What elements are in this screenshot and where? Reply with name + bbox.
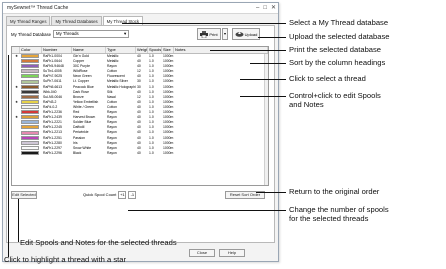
- callout-line-ctrl-click: [240, 96, 286, 97]
- print-button[interactable]: Print: [197, 28, 221, 40]
- callout-line-sort: [250, 63, 286, 64]
- annotation-print: Print the selected database: [289, 45, 382, 54]
- database-select[interactable]: My Threads ▼: [53, 30, 130, 38]
- quick-spool-count: Quick Spool Count +1 -1: [83, 191, 137, 199]
- chevron-down-icon: ▼: [123, 31, 128, 36]
- database-label: My Thread Database: [11, 31, 52, 37]
- edit-selected-button[interactable]: Edit Selected: [11, 191, 37, 199]
- color-swatch: [21, 89, 39, 94]
- type-cell: Rayon: [107, 150, 117, 155]
- annotation-select-db: Select a My Thread database: [289, 18, 389, 27]
- spool-minus-button[interactable]: -1: [128, 191, 137, 199]
- database-select-value: My Threads: [56, 31, 79, 36]
- thread-table: Color Number Name Type Weight Spools Siz…: [11, 46, 269, 186]
- minimize-icon[interactable]: –: [256, 3, 259, 14]
- color-swatch: [21, 140, 39, 145]
- upload-label: Upload: [244, 31, 258, 37]
- color-swatch: [21, 145, 39, 150]
- column-header-star[interactable]: [12, 47, 20, 53]
- help-button[interactable]: Help: [219, 249, 245, 257]
- database-row: My Thread Database My Threads ▼: [11, 30, 130, 38]
- window-titlebar: mySewnet™ Thread Cache – □ ✕: [3, 3, 278, 14]
- color-swatch: [21, 54, 39, 59]
- color-swatch: [21, 110, 39, 115]
- annotation-edit-selected: Edit Spools and Notes for the selected t…: [20, 238, 177, 247]
- color-swatch: [21, 79, 39, 84]
- column-header-size[interactable]: Size: [162, 47, 174, 53]
- quick-spool-label: Quick Spool Count: [83, 192, 117, 197]
- bottom-controls: Edit Selected Quick Spool Count +1 -1 Re…: [11, 191, 269, 201]
- color-swatch: [21, 84, 39, 89]
- color-swatch: [21, 125, 39, 130]
- thread-cache-window: mySewnet™ Thread Cache – □ ✕ My Thread R…: [2, 2, 279, 262]
- color-swatch: [21, 59, 39, 64]
- color-swatch: [21, 99, 39, 104]
- color-cell: [20, 150, 42, 156]
- annotation-ctrl-click-2: and Notes: [289, 100, 324, 109]
- annotation-ctrl-click: Control+click to edit Spools: [289, 91, 381, 100]
- callout-line-select-thread: [240, 79, 286, 80]
- maximize-icon[interactable]: □: [263, 3, 267, 14]
- column-header-name[interactable]: Name: [72, 47, 106, 53]
- callout-line-edit-selected: [18, 199, 19, 242]
- column-header-color[interactable]: Color: [20, 47, 42, 53]
- table-body: ★ RaFh1-0004 Gin'n Gold Metallic 40 1.0 1000m R…: [12, 54, 268, 156]
- size-cell: 1000m: [163, 150, 174, 155]
- callout-line-select-db: [122, 23, 286, 24]
- vertical-scrollbar[interactable]: [264, 54, 268, 185]
- annotation-select-thread: Click to select a thread: [289, 74, 366, 83]
- name-cell: Black: [73, 150, 82, 155]
- weight-cell: 40: [137, 150, 141, 155]
- callout-line-reset: [256, 192, 286, 193]
- color-swatch: [21, 74, 39, 79]
- annotation-spools-2: for the selected threads: [289, 214, 369, 223]
- color-swatch: [21, 130, 39, 135]
- number-cell: RaFh1-2296: [43, 150, 62, 155]
- callout-line-upload: [258, 37, 286, 38]
- column-header-weight[interactable]: Weight: [136, 47, 148, 53]
- spools-cell[interactable]: 1.0: [148, 151, 162, 156]
- color-swatch: [21, 64, 39, 69]
- color-swatch: [21, 105, 39, 110]
- callout-line-star: [8, 55, 9, 257]
- annotation-sort: Sort by the column headings: [289, 58, 386, 67]
- annotation-reset: Return to the original order: [289, 187, 380, 196]
- color-swatch: [21, 135, 39, 140]
- color-swatch: [21, 120, 39, 125]
- column-header-number[interactable]: Number: [42, 47, 72, 53]
- printer-icon: [200, 30, 209, 38]
- callout-line-print: [210, 50, 286, 51]
- column-header-spools[interactable]: Spools: [148, 47, 162, 53]
- annotation-star: Click to highlight a thread with a star: [4, 255, 126, 264]
- color-swatch: [21, 69, 39, 74]
- star-cell[interactable]: [12, 151, 20, 156]
- callout-line-spools: [128, 210, 286, 211]
- cloud-upload-icon: [235, 32, 244, 37]
- color-swatch: [21, 94, 39, 99]
- print-label: Print: [209, 31, 218, 37]
- window-controls: – □ ✕: [256, 3, 276, 14]
- annotation-upload: Upload the selected database: [289, 32, 390, 41]
- tab-my-thread-ranges[interactable]: My Thread Ranges: [6, 16, 51, 25]
- annotation-spools: Change the number of spools: [289, 205, 389, 214]
- window-title: mySewnet™ Thread Cache: [7, 5, 69, 11]
- table-row[interactable]: RaFh1-2296 Black Rayon 40 1.0 1000m: [12, 151, 268, 156]
- upload-button[interactable]: Upload: [232, 28, 260, 40]
- notes-cell[interactable]: [174, 151, 268, 156]
- close-button[interactable]: Close: [189, 249, 215, 257]
- column-header-type[interactable]: Type: [106, 47, 136, 53]
- close-icon[interactable]: ✕: [271, 3, 276, 14]
- color-swatch: [21, 115, 39, 120]
- spool-plus-button[interactable]: +1: [118, 191, 127, 199]
- print-options-dropdown[interactable]: ▾: [222, 28, 228, 40]
- color-swatch: [21, 150, 39, 155]
- tab-my-thread-databases[interactable]: My Thread Databases: [51, 16, 102, 25]
